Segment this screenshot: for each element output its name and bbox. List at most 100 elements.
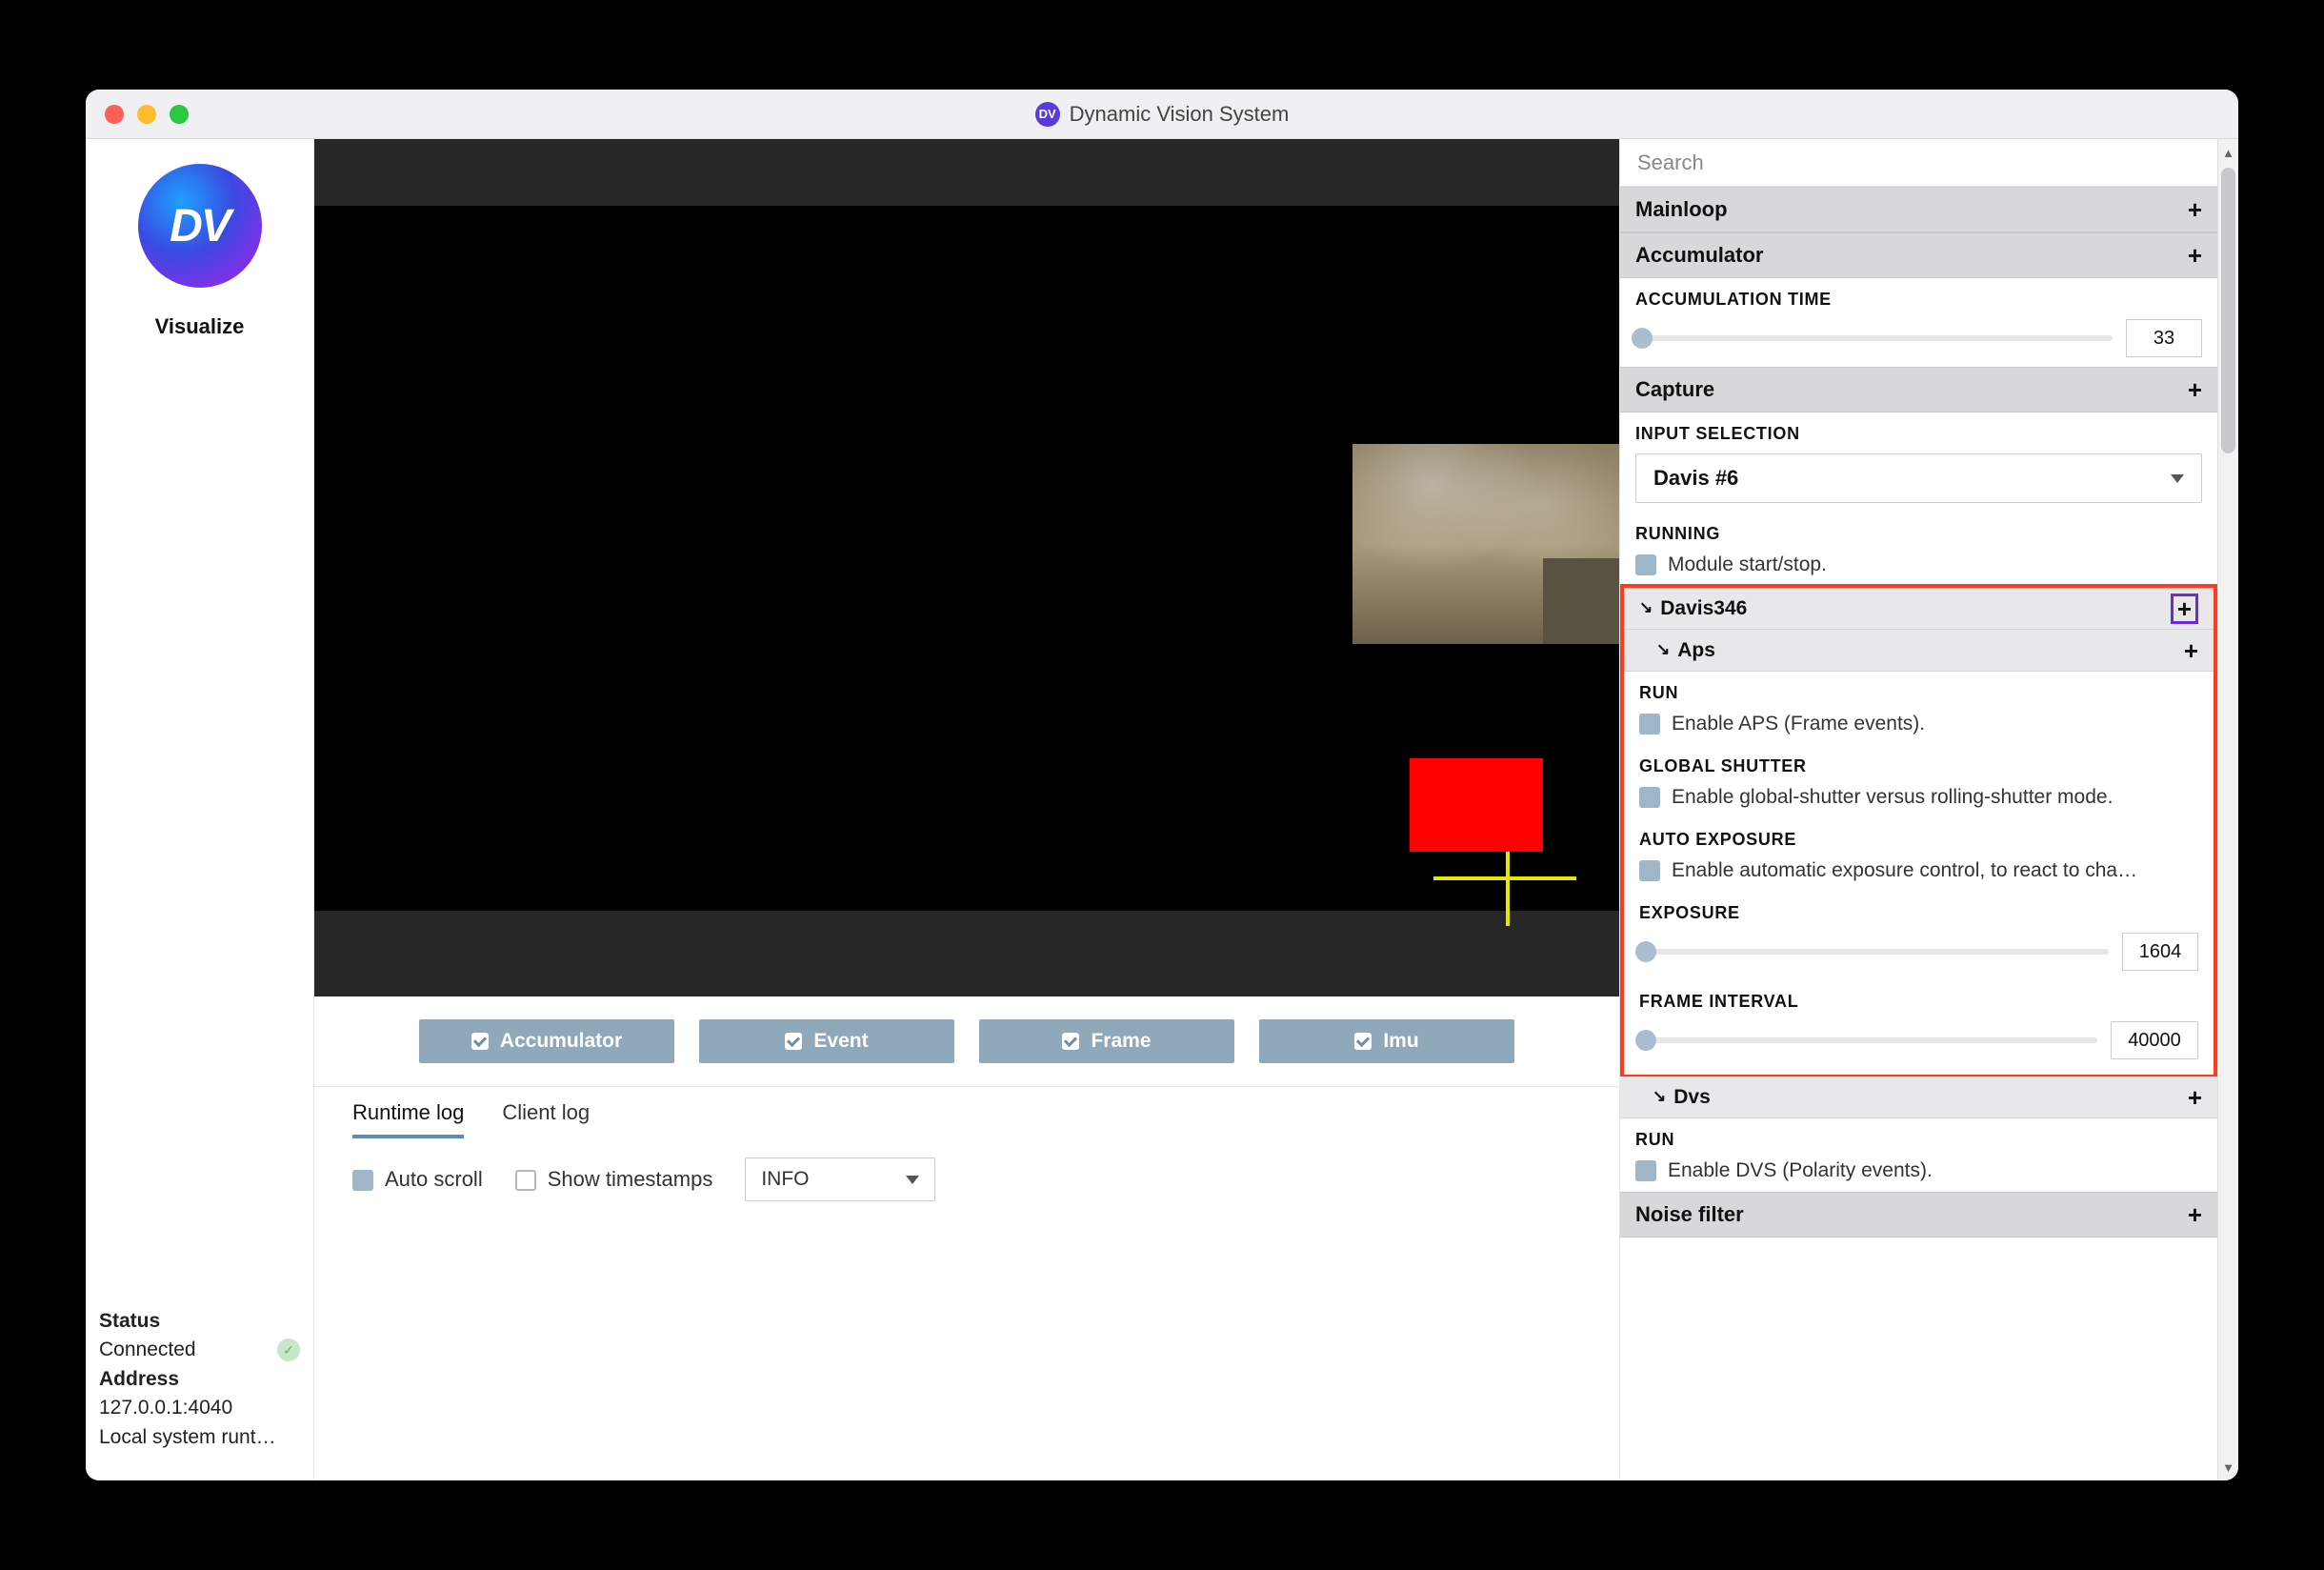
checkmark-icon <box>785 1033 802 1050</box>
log-level-select[interactable]: INFO <box>745 1157 935 1201</box>
running-desc: Module start/stop. <box>1668 554 1827 576</box>
highlight-davis346-region: ↘Davis346 + ↘Aps + RUN Enable APS (Frame… <box>1620 584 2217 1078</box>
close-icon[interactable] <box>105 105 124 124</box>
minimize-icon[interactable] <box>137 105 156 124</box>
section-capture[interactable]: Capture+ <box>1620 367 2217 413</box>
window-controls <box>105 105 189 124</box>
checkmark-icon <box>471 1033 489 1050</box>
show-timestamps-checkbox[interactable]: Show timestamps <box>515 1167 713 1192</box>
app-icon: DV <box>1035 102 1060 127</box>
window-title: DV Dynamic Vision System <box>1035 102 1290 127</box>
expand-arrow-icon: ↘ <box>1656 640 1670 659</box>
frame-interval-value[interactable]: 40000 <box>2111 1021 2198 1059</box>
section-noise-filter[interactable]: Noise filter+ <box>1620 1192 2217 1238</box>
sidebar: DV Visualize Status Connected ✓ Address … <box>86 139 314 1480</box>
address-value: 127.0.0.1:4040 <box>99 1394 300 1422</box>
setting-accumulation-time: ACCUMULATION TIME 33 <box>1620 278 2217 367</box>
setting-aps-run: RUN Enable APS (Frame events). <box>1624 672 2214 745</box>
properties-panel: Mainloop+ Accumulator+ ACCUMULATION TIME… <box>1619 139 2238 1480</box>
tab-runtime-log[interactable]: Runtime log <box>352 1100 464 1138</box>
panel-scrollbar[interactable]: ▲ ▼ <box>2217 139 2238 1480</box>
accum-time-value[interactable]: 33 <box>2126 319 2202 357</box>
expand-arrow-icon: ↘ <box>1653 1087 1666 1106</box>
chevron-down-icon <box>2171 474 2184 483</box>
setting-running: RUNNING Module start/stop. <box>1620 513 2217 586</box>
global-shutter-desc: Enable global-shutter versus rolling-shu… <box>1672 786 2113 809</box>
toggle-event-button[interactable]: Event <box>699 1019 954 1063</box>
running-label: RUNNING <box>1635 524 2202 544</box>
subsection-davis346[interactable]: ↘Davis346 + <box>1624 588 2214 630</box>
exposure-value[interactable]: 1604 <box>2122 933 2198 971</box>
subsection-dvs[interactable]: ↘Dvs + <box>1620 1077 2217 1118</box>
exposure-slider[interactable] <box>1639 949 2109 955</box>
status-value: Connected <box>99 1336 196 1364</box>
plus-icon[interactable]: + <box>2188 1085 2202 1110</box>
aps-run-desc: Enable APS (Frame events). <box>1672 713 1925 735</box>
status-block: Status Connected ✓ Address 127.0.0.1:404… <box>86 1307 313 1480</box>
exposure-label: EXPOSURE <box>1639 903 2198 923</box>
setting-frame-interval: FRAME INTERVAL 40000 <box>1624 980 2214 1075</box>
search-field[interactable] <box>1620 139 2217 187</box>
setting-global-shutter: GLOBAL SHUTTER Enable global-shutter ver… <box>1624 745 2214 818</box>
plus-icon[interactable]: + <box>2177 596 2192 621</box>
setting-input-selection: INPUT SELECTION Davis #6 <box>1620 413 2217 513</box>
slider-knob-icon[interactable] <box>1635 1030 1656 1051</box>
section-mainloop[interactable]: Mainloop+ <box>1620 187 2217 232</box>
sidebar-visualize-label[interactable]: Visualize <box>155 314 245 339</box>
stream-toggle-row: Accumulator Event Frame Imu <box>314 996 1619 1086</box>
highlight-plus-button: + <box>2171 594 2198 624</box>
dvs-run-desc: Enable DVS (Polarity events). <box>1668 1159 1933 1182</box>
subsection-aps[interactable]: ↘Aps + <box>1624 630 2214 672</box>
visualizer-viewport[interactable] <box>314 139 1619 996</box>
accum-time-label: ACCUMULATION TIME <box>1635 290 2202 310</box>
crosshair-horizontal <box>1433 876 1576 880</box>
scroll-up-icon[interactable]: ▲ <box>2218 143 2238 162</box>
accum-time-slider[interactable] <box>1635 335 2113 341</box>
toggle-imu-button[interactable]: Imu <box>1259 1019 1514 1063</box>
scroll-down-icon[interactable]: ▼ <box>2218 1458 2238 1477</box>
toggle-accumulator-button[interactable]: Accumulator <box>419 1019 674 1063</box>
frame-interval-label: FRAME INTERVAL <box>1639 992 2198 1012</box>
aps-run-label: RUN <box>1639 683 2198 703</box>
slider-knob-icon[interactable] <box>1632 328 1653 349</box>
aps-run-checkbox[interactable] <box>1639 714 1660 735</box>
chevron-down-icon <box>906 1176 919 1184</box>
checkmark-icon <box>1062 1033 1079 1050</box>
frame-interval-slider[interactable] <box>1639 1037 2097 1043</box>
plus-icon[interactable]: + <box>2188 377 2202 402</box>
autoscroll-checkbox[interactable]: Auto scroll <box>352 1167 483 1192</box>
plus-icon[interactable]: + <box>2184 638 2198 663</box>
auto-exposure-desc: Enable automatic exposure control, to re… <box>1672 859 2137 882</box>
dvs-run-label: RUN <box>1635 1130 2202 1150</box>
titlebar: DV Dynamic Vision System <box>86 90 2238 139</box>
crosshair-vertical <box>1506 852 1510 926</box>
input-selection-label: INPUT SELECTION <box>1635 424 2202 444</box>
running-checkbox[interactable] <box>1635 554 1656 575</box>
auto-exposure-checkbox[interactable] <box>1639 860 1660 881</box>
plus-icon[interactable]: + <box>2188 197 2202 222</box>
slider-knob-icon[interactable] <box>1635 941 1656 962</box>
auto-exposure-label: AUTO EXPOSURE <box>1639 830 2198 850</box>
detection-box <box>1410 758 1543 852</box>
global-shutter-label: GLOBAL SHUTTER <box>1639 756 2198 776</box>
setting-exposure: EXPOSURE 1604 <box>1624 892 2214 980</box>
expand-arrow-icon: ↘ <box>1639 598 1653 617</box>
tab-client-log[interactable]: Client log <box>502 1100 590 1138</box>
maximize-icon[interactable] <box>170 105 189 124</box>
status-heading: Status <box>99 1307 300 1336</box>
log-panel: Runtime log Client log Auto scroll Show … <box>314 1086 1619 1239</box>
toggle-frame-button[interactable]: Frame <box>979 1019 1234 1063</box>
setting-auto-exposure: AUTO EXPOSURE Enable automatic exposure … <box>1624 818 2214 892</box>
frame-preview <box>1352 444 1619 644</box>
setting-dvs-run: RUN Enable DVS (Polarity events). <box>1620 1118 2217 1192</box>
input-selection-select[interactable]: Davis #6 <box>1635 453 2202 503</box>
dvs-run-checkbox[interactable] <box>1635 1160 1656 1181</box>
plus-icon[interactable]: + <box>2188 1202 2202 1227</box>
global-shutter-checkbox[interactable] <box>1639 787 1660 808</box>
logo-icon: DV <box>138 164 262 288</box>
plus-icon[interactable]: + <box>2188 243 2202 268</box>
search-input[interactable] <box>1620 139 2217 186</box>
section-accumulator[interactable]: Accumulator+ <box>1620 232 2217 278</box>
scroll-thumb[interactable] <box>2221 168 2235 453</box>
app-window: DV Dynamic Vision System DV Visualize St… <box>86 90 2238 1480</box>
